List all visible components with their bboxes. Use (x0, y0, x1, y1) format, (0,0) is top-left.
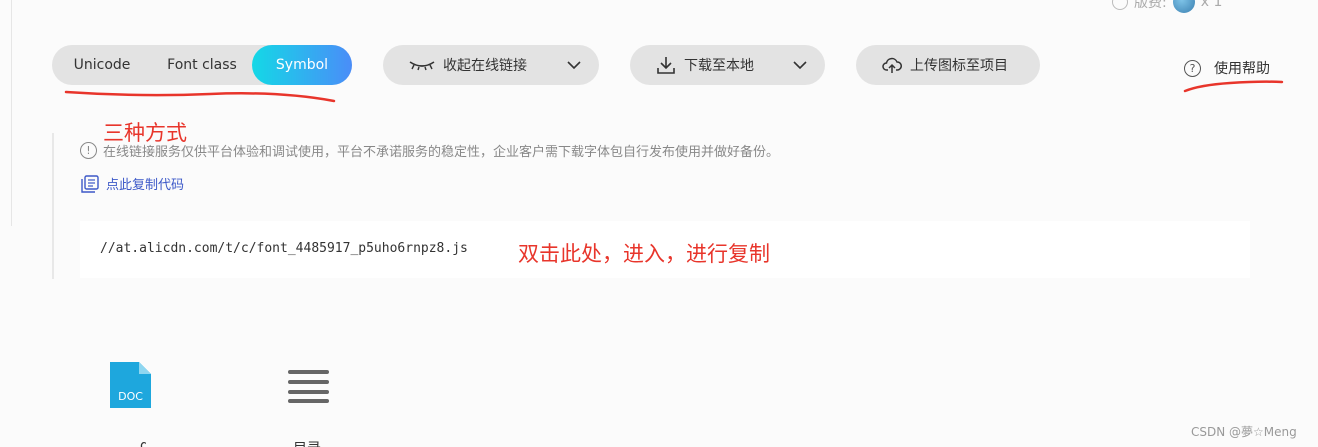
copy-code-link[interactable]: 点此复制代码 (80, 174, 184, 193)
upload-button[interactable]: 上传图标至项目 (856, 45, 1040, 85)
download-icon (657, 57, 675, 74)
info-left-bar (52, 133, 54, 279)
notice-text: 在线链接服务仅供平台体验和调试使用，平台不承诺服务的稳定性，企业客户需下载字体包… (103, 145, 780, 160)
download-button[interactable]: 下载至本地 (630, 45, 825, 85)
tab-unicode[interactable]: Unicode (52, 45, 152, 85)
tab-font-class[interactable]: Font class (152, 45, 252, 85)
collapse-link-button[interactable]: 收起在线链接 (383, 45, 599, 85)
cloud-upload-icon (882, 57, 902, 73)
avatar[interactable] (1172, 0, 1195, 13)
top-user-label: 版费: (1134, 0, 1167, 11)
annotation-double-click: 双击此处，进入，进行复制 (518, 242, 770, 266)
help-link[interactable]: ? 使用帮助 (1184, 58, 1270, 78)
eye-closed-icon (409, 61, 435, 71)
info-icon: ! (80, 142, 97, 159)
menu-icon[interactable] (288, 368, 330, 404)
format-tabs: Unicode Font class Symbol (52, 45, 352, 85)
chevron-down-icon (567, 61, 581, 70)
copy-code-label: 点此复制代码 (106, 178, 185, 193)
left-divider (11, 0, 12, 226)
watermark: CSDN @夢☆Meng (1191, 425, 1297, 439)
user-icon (1112, 0, 1128, 10)
code-url[interactable]: //at.alicdn.com/t/c/font_4485917_p5uho6r… (100, 241, 468, 256)
top-user-count: x 1 (1200, 0, 1223, 10)
question-icon: ? (1184, 59, 1201, 77)
collapse-link-label: 收起在线链接 (443, 58, 527, 74)
download-label: 下载至本地 (684, 58, 754, 74)
icon-item2-label: 目录 (293, 438, 325, 447)
doc-file-icon[interactable]: DOC (110, 362, 151, 408)
top-user-area: 版费: x 1 (1112, 0, 1222, 13)
help-label: 使用帮助 (1214, 61, 1270, 77)
page: 版费: x 1 Unicode Font class Symbol 收起在线链接… (0, 0, 1318, 447)
doc-icon-label: DOC (118, 390, 143, 403)
online-link-notice: ! 在线链接服务仅供平台体验和调试使用，平台不承诺服务的稳定性，企业客户需下载字… (80, 141, 779, 160)
copy-icon (81, 174, 99, 193)
tab-symbol[interactable]: Symbol (252, 45, 352, 85)
chevron-down-icon (793, 61, 807, 70)
upload-label: 上传图标至项目 (910, 58, 1008, 74)
icon-item1-label: doc (140, 438, 146, 447)
